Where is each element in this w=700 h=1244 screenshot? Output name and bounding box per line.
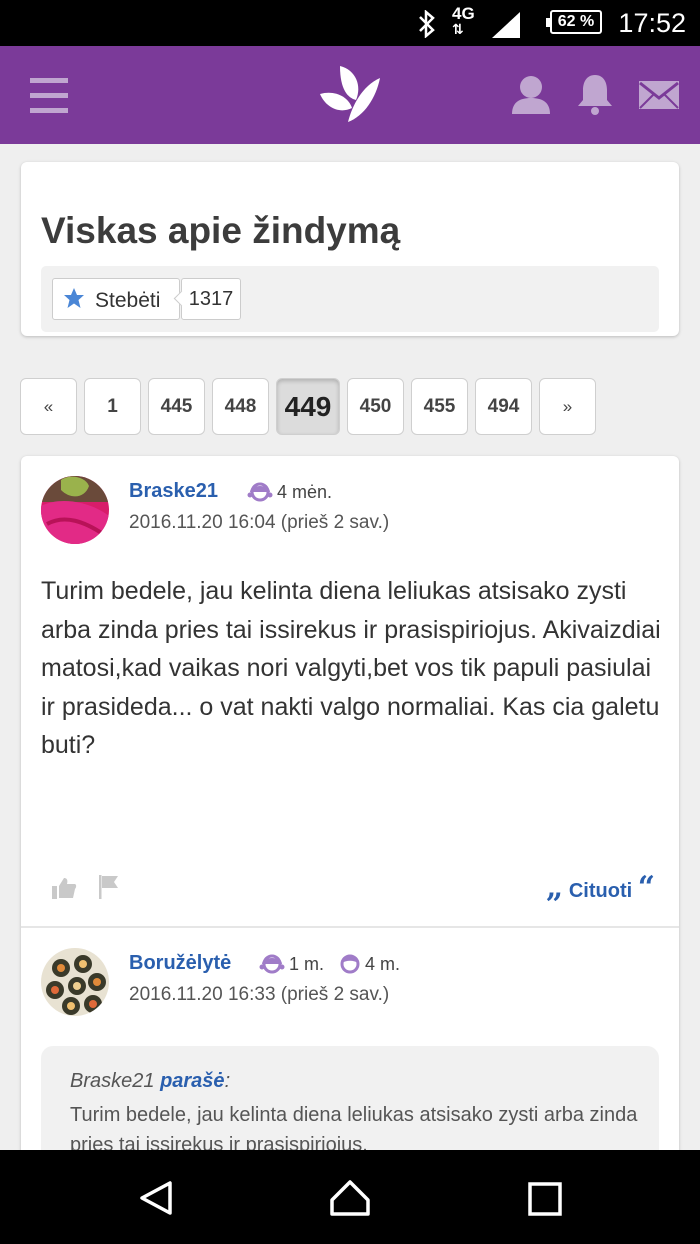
quote-header: Braske21 parašė: (70, 1070, 230, 1093)
quote-colon: : (224, 1070, 231, 1092)
page-last[interactable]: » (539, 378, 596, 435)
network-indicator: 4G ⇅ (452, 4, 475, 37)
page-first[interactable]: « (20, 378, 77, 435)
like-icon[interactable] (51, 876, 77, 900)
topic-content: Viskas apie žindymą Stebėti 1317 « 1 445… (0, 144, 700, 1150)
avatar[interactable] (41, 948, 109, 1016)
page-link[interactable]: 448 (212, 378, 269, 435)
envelope-icon[interactable] (638, 80, 680, 110)
status-bar: 4G ⇅ 62 % 17:52 (0, 0, 700, 46)
girl-child-icon (247, 482, 273, 502)
quote-said: parašė (160, 1070, 225, 1092)
post-body: Turim bedele, jau kelinta diena leliukas… (41, 577, 661, 759)
clock: 17:52 (618, 8, 686, 38)
topic-header-card: Viskas apie žindymą Stebėti 1317 (21, 162, 679, 336)
child-age-badge: 4 mėn. (247, 480, 332, 503)
follow-count: 1317 (181, 278, 241, 320)
star-icon (64, 288, 84, 308)
quote-close-icon: “ (637, 870, 655, 905)
page-link[interactable]: 1 (84, 378, 141, 435)
quote-author: Braske21 (70, 1070, 155, 1092)
follow-bar: Stebėti 1317 (41, 266, 659, 332)
battery-indicator: 62 % (546, 10, 602, 34)
signal-icon (492, 12, 520, 38)
post: Boružėlytė 1 m. 4 m. 2016.11.20 16:33 (p… (21, 928, 679, 1150)
quoted-post: Braske21 parašė: Turim bedele, jau kelin… (41, 1046, 659, 1150)
child-age-badge: 4 m. (339, 952, 400, 975)
post-date: 2016.11.20 16:04 (prieš 2 sav.) (129, 512, 390, 533)
page-link[interactable]: 455 (411, 378, 468, 435)
follow-label: Stebėti (95, 289, 161, 312)
quote-text: Turim bedele, jau kelinta diena leliukas… (70, 1104, 638, 1150)
girl-child-icon (259, 954, 285, 974)
page-link[interactable]: 450 (347, 378, 404, 435)
child-age-badge: 1 m. (259, 952, 324, 975)
page-link[interactable]: 445 (148, 378, 205, 435)
hamburger-menu-icon[interactable] (30, 76, 70, 116)
pagination: « 1 445 448 449 450 455 494 » (20, 376, 680, 436)
post-author[interactable]: Boružėlytė (129, 952, 231, 975)
system-nav-bar (0, 1150, 700, 1244)
boy-child-icon (340, 954, 360, 974)
bell-icon[interactable] (576, 72, 614, 116)
report-flag-icon[interactable] (98, 874, 120, 900)
post: Braske21 4 mėn. 2016.11.20 16:04 (prieš … (21, 456, 679, 926)
quote-open-icon: „ (546, 870, 564, 905)
follow-button[interactable]: Stebėti (52, 278, 180, 320)
post-date: 2016.11.20 16:33 (prieš 2 sav.) (129, 984, 390, 1005)
back-icon[interactable] (138, 1180, 174, 1216)
home-icon[interactable] (328, 1178, 372, 1218)
user-icon[interactable] (510, 74, 552, 116)
page-link[interactable]: 494 (475, 378, 532, 435)
app-bar (0, 46, 700, 144)
butterfly-logo-icon[interactable] (318, 64, 382, 126)
post-author[interactable]: Braske21 (129, 480, 218, 503)
bluetooth-icon (419, 10, 435, 38)
quote-button[interactable]: „ Cituoti “ (546, 870, 655, 905)
page-current[interactable]: 449 (276, 378, 340, 435)
topic-title: Viskas apie žindymą (41, 210, 401, 251)
posts-list: Braske21 4 mėn. 2016.11.20 16:04 (prieš … (21, 456, 679, 1150)
recent-apps-icon[interactable] (528, 1182, 562, 1216)
avatar[interactable] (41, 476, 109, 544)
